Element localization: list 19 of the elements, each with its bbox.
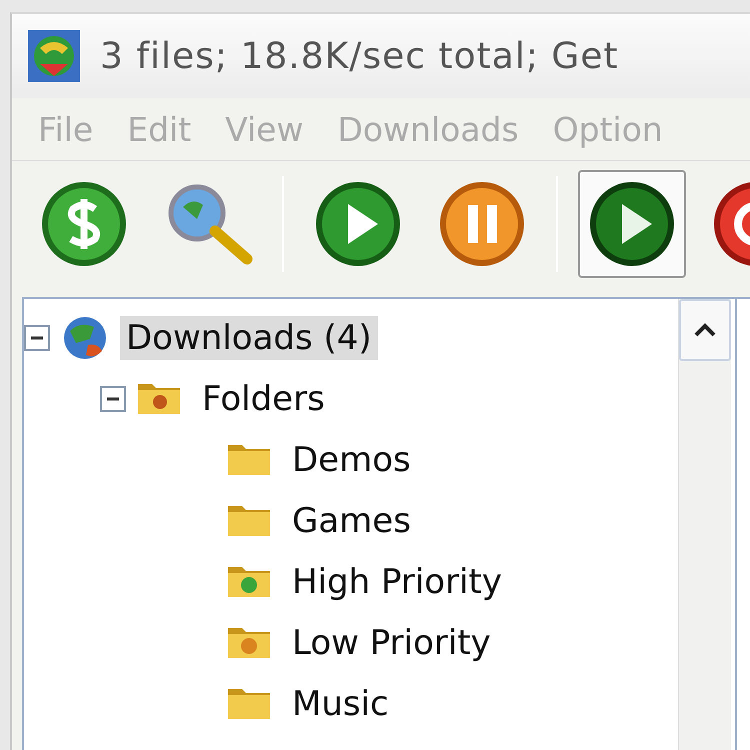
pause-icon (437, 179, 527, 269)
tree-item[interactable]: Low Priority (286, 620, 497, 664)
tree-item[interactable]: Music (286, 682, 395, 726)
tree-item[interactable]: Games (286, 498, 417, 542)
toolbar-button[interactable] (578, 170, 686, 278)
collapse-icon[interactable] (100, 386, 126, 412)
tree-item[interactable]: Demos (286, 438, 417, 482)
dollar-icon (39, 179, 129, 269)
scroll-up-button[interactable] (679, 299, 731, 361)
tree-item[interactable]: Folders (196, 376, 331, 420)
play-icon (587, 179, 677, 269)
chevron-up-icon (693, 322, 717, 338)
tree-item[interactable]: Downloads (4) (120, 316, 378, 360)
app-icon (26, 28, 82, 84)
play-icon (313, 179, 403, 269)
window-title: 3 files; 18.8K/sec total; Get (100, 36, 619, 76)
scrollbar[interactable] (678, 299, 731, 750)
collapse-icon[interactable] (24, 324, 50, 350)
tree-item[interactable]: High Priority (286, 560, 508, 604)
